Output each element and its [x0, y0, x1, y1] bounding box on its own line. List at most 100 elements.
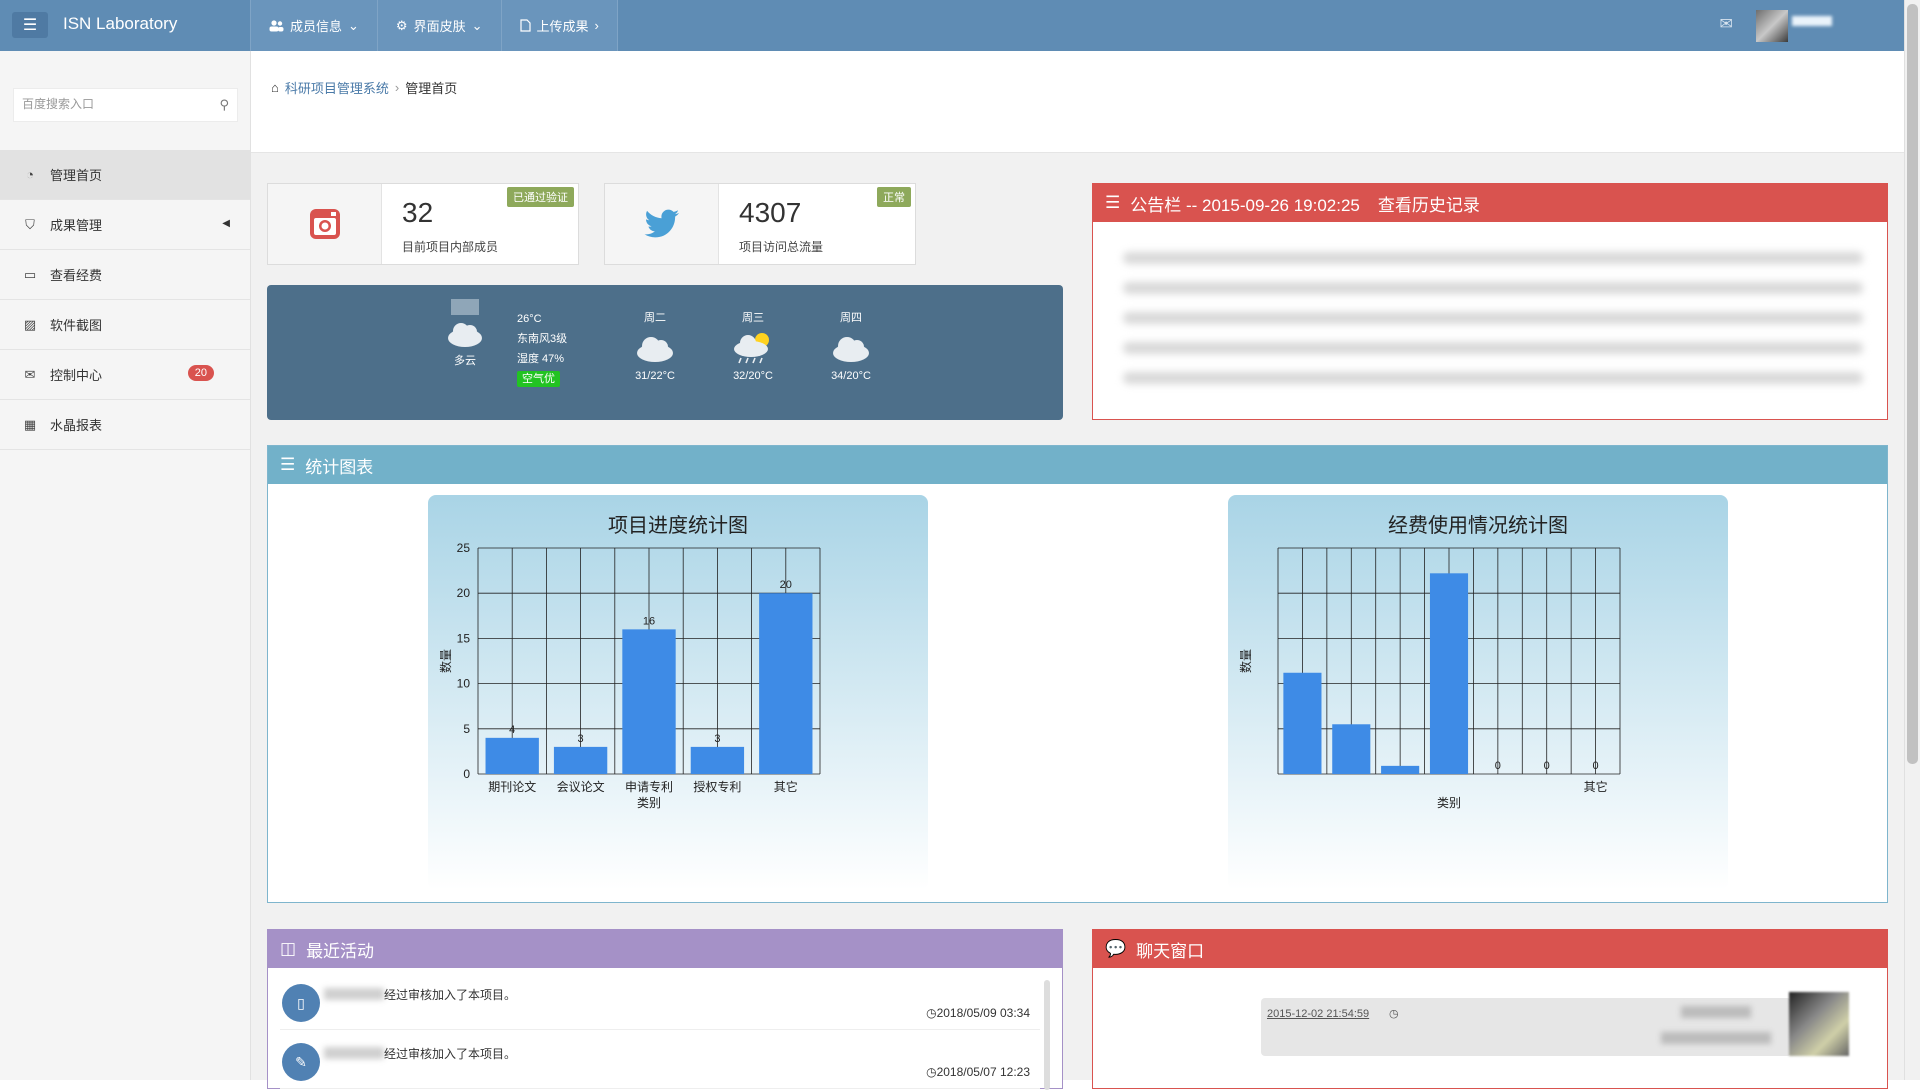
envelope-icon[interactable]: ✉: [1719, 14, 1732, 34]
data-label: 0: [1544, 760, 1550, 772]
weather-widget: 多云 26°C 东南风3级 湿度 47% 空气优 周二 31/22°C 周三 3…: [267, 285, 1063, 420]
forecast-range: 31/22°C: [635, 370, 675, 382]
bookmark-icon: ⛉: [25, 216, 35, 232]
scroll-thumb[interactable]: [1907, 4, 1918, 764]
stat-icon-area: [268, 184, 382, 264]
y-axis-label: 数量: [1238, 649, 1253, 673]
breadcrumb-separator: ›: [394, 80, 400, 95]
search-box: ⚲: [13, 88, 238, 122]
stat-icon-area: [605, 184, 719, 264]
weather-condition: 多云: [454, 355, 476, 367]
sidebar-item-control-center[interactable]: ✉ 控制中心 20: [0, 350, 250, 400]
weather-today-icon-area: 多云: [445, 299, 485, 368]
data-label: 20: [780, 579, 792, 591]
users-icon: [269, 19, 284, 31]
columns-icon: ◫: [280, 939, 297, 958]
notification-badge: 20: [187, 365, 214, 381]
sidebar-item-label: 查看经费: [50, 268, 103, 283]
clock-icon: ◷: [1389, 1008, 1399, 1020]
topnav-skin[interactable]: ⚙ 界面皮肤 ⌄: [376, 0, 501, 51]
chevron-down-icon: ⌄: [348, 17, 359, 33]
activity-time-value: 2018/05/07 12:23: [936, 1065, 1030, 1079]
forecast-range: 32/20°C: [733, 370, 773, 382]
progress-chart-card: 项目进度统计图 0 5 10 15 20 25 4 期刊论文 3 会议论文 16 申请专利 3 授权专利 2…: [428, 495, 928, 890]
edit-icon: ✎: [282, 1043, 320, 1081]
breadcrumb-home-link[interactable]: 科研项目管理系统: [285, 78, 389, 97]
activity-scrollbar[interactable]: [1044, 980, 1050, 1090]
weather-today-details: 26°C 东南风3级 湿度 47% 空气优: [517, 309, 567, 389]
page-scrollbar[interactable]: [1904, 0, 1920, 1080]
chat-time: 2015-12-02 21:54:59: [1267, 1008, 1370, 1020]
sidebar-item-achievements[interactable]: ⛉ 成果管理 ◀: [0, 200, 250, 250]
topnav-members[interactable]: 成员信息 ⌄: [250, 0, 377, 51]
forecast-day-label: 周二: [644, 312, 666, 324]
user-name[interactable]: [1792, 16, 1832, 26]
cloud-icon: [448, 323, 482, 347]
sidebar-item-label: 控制中心: [50, 368, 103, 383]
sidebar-item-screenshots[interactable]: ▨ 软件截图: [0, 300, 250, 350]
chart-bar: [622, 629, 676, 774]
blurred-text: [1123, 372, 1863, 384]
activity-text: 经过审核加入了本项目。: [384, 988, 517, 1002]
chart-bar: [690, 746, 745, 774]
activity-panel: ◫ 最近活动 ▯ 经过审核加入了本项目。 ◷2018/05/09 03:34 ✎…: [267, 929, 1063, 1090]
data-label: 0: [1593, 760, 1599, 772]
chat-message: 2015-12-02 21:54:59 ◷: [1261, 998, 1791, 1056]
chevron-right-icon: ›: [594, 18, 599, 33]
progress-chart: 0 5 10 15 20 25 4 期刊论文 3 会议论文 16 申请专利 3 授权专利 20 其它类别 数量: [438, 541, 821, 810]
charts-panel: ☰ 统计图表 项目进度统计图 0 5 10 15 20 25 4 期刊论文 3 会议论文 16 申请专…: [267, 445, 1888, 903]
chart-bar: [1381, 765, 1420, 774]
list-icon: ☰: [1105, 193, 1121, 212]
sidebar-item-funding[interactable]: ▭ 查看经费: [0, 250, 250, 300]
forecast-day-label: 周四: [840, 312, 862, 324]
weather-temp: 26°C: [517, 313, 542, 325]
brand: ☰ ISN Laboratory: [0, 0, 250, 51]
caret-left-icon: ◀: [222, 218, 230, 229]
sidebar-item-dashboard[interactable]: ◔ 管理首页: [0, 150, 250, 200]
breadcrumb-current: 管理首页: [405, 81, 458, 96]
sidebar-item-reports[interactable]: ▦ 水晶报表: [0, 400, 250, 450]
avatar: [1789, 992, 1849, 1056]
blurred-user-name: [324, 1047, 384, 1059]
blurred-text: [1123, 252, 1863, 264]
weather-wind: 东南风3级: [517, 333, 568, 345]
tablet-icon: ▯: [282, 984, 320, 1022]
weather-flag-icon: [451, 299, 479, 315]
chat-panel: 💬 聊天窗口 2015-12-02 21:54:59 ◷: [1092, 929, 1888, 1089]
notice-content-blurred: [1123, 252, 1863, 402]
y-tick-label: 25: [457, 541, 471, 555]
dashboard-icon: ◔: [26, 167, 34, 182]
breadcrumb-bar: ⌂ 科研项目管理系统 › 管理首页: [251, 51, 1904, 153]
envelope-icon: ✉: [24, 366, 36, 382]
x-tick-label: 期刊论文: [488, 779, 536, 794]
rain-sun-icon: [734, 333, 769, 364]
search-icon[interactable]: ⚲: [219, 97, 229, 113]
file-icon: [519, 19, 531, 32]
x-tick-label: 其它: [1584, 779, 1608, 794]
data-label: 4: [509, 724, 515, 736]
chart-bar: [553, 746, 608, 774]
members-label: 目前项目内部成员: [402, 240, 499, 254]
instagram-icon: [309, 209, 340, 239]
forecast-day: 周二 31/22°C: [625, 309, 685, 382]
sidebar-toggle-button[interactable]: ☰: [12, 12, 48, 38]
y-tick-label: 10: [457, 677, 471, 691]
activity-header: ◫ 最近活动: [268, 930, 1062, 968]
traffic-count: 4307: [739, 197, 802, 228]
monitor-icon: ▭: [23, 266, 37, 282]
history-link[interactable]: 查看历史记录: [1378, 191, 1480, 216]
calendar-icon: ▦: [23, 416, 37, 432]
menu-icon: ☰: [22, 17, 38, 34]
blurred-text: [1661, 1032, 1771, 1044]
user-avatar[interactable]: [1756, 10, 1788, 42]
chart-bar: [1332, 724, 1371, 774]
twitter-icon: [644, 209, 679, 238]
x-tick-label: 申请专利: [625, 779, 673, 794]
topnav-upload[interactable]: 上传成果 ›: [500, 0, 618, 51]
y-axis-label: 数量: [438, 649, 453, 673]
clock-icon: ◷: [926, 1006, 937, 1020]
x-tick-label: 授权专利: [693, 779, 741, 794]
activity-text: 经过审核加入了本项目。: [384, 1047, 517, 1061]
notice-panel: ☰ 公告栏 -- 2015-09-26 19:02:25 查看历史记录: [1092, 183, 1888, 420]
search-input[interactable]: [22, 97, 212, 111]
